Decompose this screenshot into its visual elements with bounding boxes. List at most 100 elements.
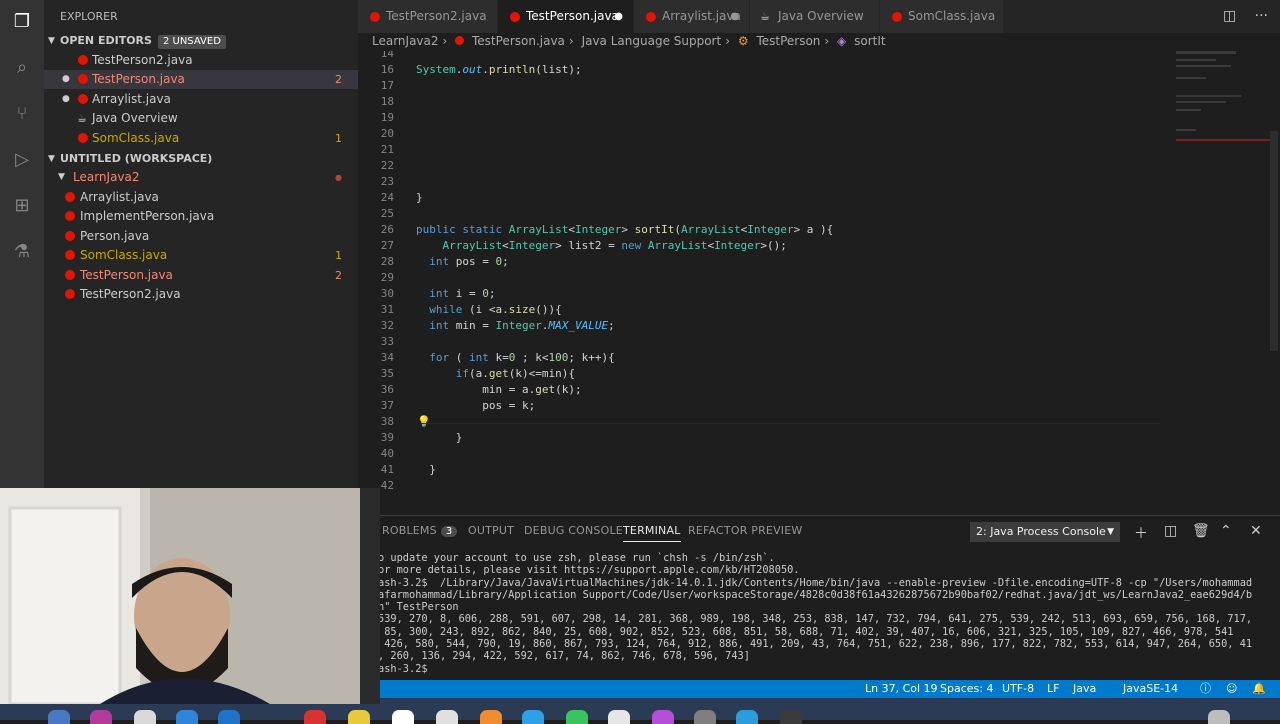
tab-testperson2[interactable]: TestPerson2.java — [358, 0, 498, 33]
tab-terminal[interactable]: TERMINAL — [623, 524, 681, 542]
minimap[interactable] — [1166, 51, 1280, 515]
language-mode[interactable]: Java — [1073, 680, 1096, 698]
app-icon[interactable] — [436, 710, 458, 724]
close-icon[interactable]: ✕ — [1250, 523, 1262, 539]
search-icon[interactable]: ⌕ — [10, 56, 34, 80]
split-terminal-icon[interactable]: ◫ — [1164, 523, 1177, 539]
workspace-header[interactable]: ▼ UNTITLED (WORKSPACE) — [44, 149, 358, 169]
tab-debug-console[interactable]: DEBUG CONSOLE — [524, 524, 623, 537]
trash-icon[interactable] — [1208, 710, 1230, 724]
tab-output[interactable]: OUTPUT — [468, 524, 514, 537]
app-icon[interactable] — [176, 710, 198, 724]
breadcrumb-item[interactable]: LearnJava2 — [372, 34, 439, 48]
java-runtime[interactable]: JavaSE-14 — [1123, 680, 1178, 698]
open-editor-item[interactable]: ☕ Java Overview — [44, 109, 358, 128]
feedback-smiley-icon[interactable]: ☺ — [1226, 680, 1237, 698]
tab-somclass[interactable]: SomClass.java — [880, 0, 1004, 33]
breadcrumb-item[interactable]: TestPerson — [756, 34, 820, 48]
line-number: 27 — [380, 239, 394, 252]
app-icon[interactable] — [392, 710, 414, 724]
file-item[interactable]: Arraylist.java — [44, 188, 358, 207]
code-line[interactable]: System.out.println(list); — [416, 63, 582, 76]
code-line[interactable]: int i = 0; — [416, 287, 495, 300]
bell-icon[interactable]: 🔔 — [1252, 680, 1266, 698]
more-actions-icon[interactable]: ··· — [1255, 8, 1268, 24]
open-editor-item[interactable]: SomClass.java 1 — [44, 129, 358, 148]
terminal-line: afarmohammad/Library/Application Support… — [378, 588, 1253, 601]
code-line[interactable]: ArrayList<Integer> list2 = new ArrayList… — [416, 239, 787, 252]
app-icon[interactable] — [218, 710, 240, 724]
tab-java-overview[interactable]: ☕ Java Overview — [750, 0, 880, 33]
trash-icon[interactable]: 🗑 — [1192, 523, 1210, 539]
app-icon[interactable] — [694, 710, 716, 724]
unsaved-badge: 2 UNSAVED — [157, 35, 226, 49]
tab-arraylist[interactable]: Arraylist.java ● — [634, 0, 750, 33]
cursor-position[interactable]: Ln 37, Col 19 — [865, 680, 938, 698]
app-icon[interactable] — [134, 710, 156, 724]
code-line[interactable]: while (i <a.size()){ — [416, 303, 561, 316]
code-line[interactable]: for ( int k=0 ; k<100; k++){ — [416, 351, 614, 364]
line-number: 38 — [380, 415, 394, 428]
source-control-icon[interactable]: ⑂ — [10, 102, 34, 126]
code-line[interactable]: min = a.get(k); — [416, 383, 581, 396]
code-line[interactable]: if(a.get(k)<=min){ — [416, 367, 575, 380]
unsaved-dot-icon[interactable]: ● — [614, 0, 623, 33]
lightbulb-icon[interactable]: 💡 — [417, 415, 431, 428]
app-icon[interactable] — [652, 710, 674, 724]
unsaved-dot-icon[interactable]: ● — [730, 0, 739, 33]
chevron-up-icon[interactable]: ⌃ — [1220, 523, 1232, 539]
tab-problems[interactable]: ROBLEMS 3 — [382, 524, 458, 537]
encoding[interactable]: UTF-8 — [1002, 680, 1034, 698]
open-editor-item[interactable]: TestPerson2.java — [44, 51, 358, 70]
indentation[interactable]: Spaces: 4 — [940, 680, 993, 698]
code-line[interactable]: } — [416, 463, 436, 476]
code-line[interactable]: } — [416, 431, 463, 444]
code-line[interactable]: int min = Integer.MAX_VALUE; — [416, 319, 614, 332]
line-number: 41 — [380, 463, 394, 476]
current-line-highlight — [420, 423, 1160, 424]
code-line[interactable]: int pos = 0; — [416, 255, 508, 268]
app-icon[interactable] — [90, 710, 112, 724]
app-icon[interactable] — [348, 710, 370, 724]
app-icon[interactable] — [522, 710, 544, 724]
code-line[interactable]: } — [416, 191, 423, 204]
tab-label: TestPerson.java — [526, 9, 619, 23]
breadcrumb-item[interactable]: sortIt — [854, 34, 885, 48]
open-editors-header[interactable]: ▼ OPEN EDITORS 2 UNSAVED — [44, 31, 358, 51]
run-debug-icon[interactable]: ▷ — [10, 148, 34, 172]
feedback-icon[interactable]: ⓘ — [1200, 680, 1211, 698]
split-editor-icon[interactable]: ◫ — [1223, 8, 1236, 24]
folder-item[interactable]: ▼ LearnJava2 ● — [44, 168, 358, 187]
file-item[interactable]: TestPerson.java 2 — [44, 266, 358, 285]
open-editor-item[interactable]: ● Arraylist.java — [44, 90, 358, 109]
files-icon[interactable]: ❐ — [10, 10, 34, 34]
terminal-select[interactable]: 2: Java Process Console ▼ — [970, 522, 1120, 542]
file-item[interactable]: Person.java — [44, 227, 358, 246]
code-line[interactable]: public static ArrayList<Integer> sortIt(… — [416, 223, 833, 236]
code-editor[interactable]: 14 16 System.out.println(list); 17 18 19 20 21 2… — [358, 51, 1280, 515]
extensions-icon[interactable]: ⊞ — [10, 194, 34, 218]
app-icon[interactable] — [304, 710, 326, 724]
file-item[interactable]: SomClass.java 1 — [44, 246, 358, 265]
app-icon[interactable] — [566, 710, 588, 724]
app-icon[interactable] — [780, 710, 802, 724]
breadcrumb-item[interactable]: Java Language Support — [582, 34, 722, 48]
terminal-output[interactable]: o update your account to use zsh, please… — [378, 552, 1278, 675]
add-terminal-icon[interactable]: ＋ — [1134, 523, 1148, 543]
code-line[interactable]: pos = k; — [416, 399, 535, 412]
breadcrumb-item[interactable]: TestPerson.java — [472, 34, 565, 48]
tab-refactor-preview[interactable]: REFACTOR PREVIEW — [688, 524, 802, 537]
file-item[interactable]: ImplementPerson.java — [44, 207, 358, 226]
file-name: TestPerson2.java — [80, 287, 181, 301]
app-icon[interactable] — [480, 710, 502, 724]
tab-testperson[interactable]: TestPerson.java ● — [498, 0, 634, 33]
open-editor-item[interactable]: ● TestPerson.java 2 — [44, 70, 358, 89]
finder-icon[interactable] — [48, 710, 70, 724]
problems-badge: 3 — [440, 526, 458, 537]
app-icon[interactable] — [608, 710, 630, 724]
editor-tabs: TestPerson2.java TestPerson.java ● Array… — [358, 0, 1280, 33]
testing-icon[interactable]: ⚗ — [10, 240, 34, 264]
line-ending[interactable]: LF — [1047, 680, 1059, 698]
file-item[interactable]: TestPerson2.java — [44, 285, 358, 304]
app-icon[interactable] — [736, 710, 758, 724]
